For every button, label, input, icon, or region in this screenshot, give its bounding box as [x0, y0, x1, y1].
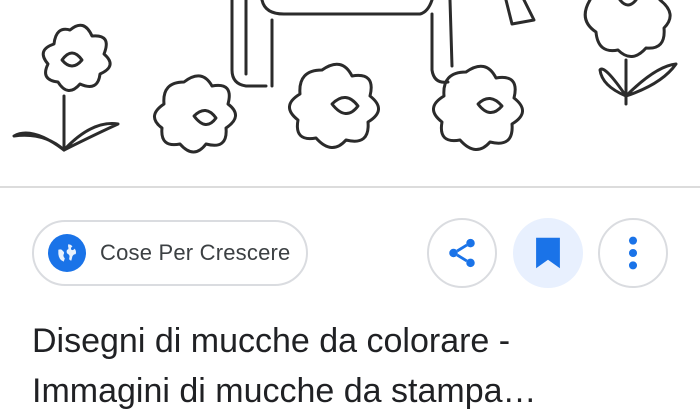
result-title-line-2: Immagini di mucche da stampa…	[32, 372, 537, 410]
more-vert-icon	[628, 236, 638, 270]
result-image[interactable]	[0, 0, 700, 186]
cow-coloring-image	[12, 0, 678, 154]
result-title-line-1: Disegni di mucche da colorare -	[32, 322, 511, 360]
bookmark-icon	[536, 237, 560, 269]
share-icon	[449, 238, 475, 268]
result-title-link[interactable]: Disegni di mucche da colorare - Immagini…	[32, 316, 682, 416]
source-chip[interactable]: Cose Per Crescere	[32, 220, 308, 286]
share-button[interactable]	[427, 218, 497, 288]
image-divider	[0, 186, 700, 188]
globe-icon	[48, 234, 86, 272]
save-button[interactable]	[513, 218, 583, 288]
more-options-button[interactable]	[598, 218, 668, 288]
source-name: Cose Per Crescere	[100, 240, 291, 265]
